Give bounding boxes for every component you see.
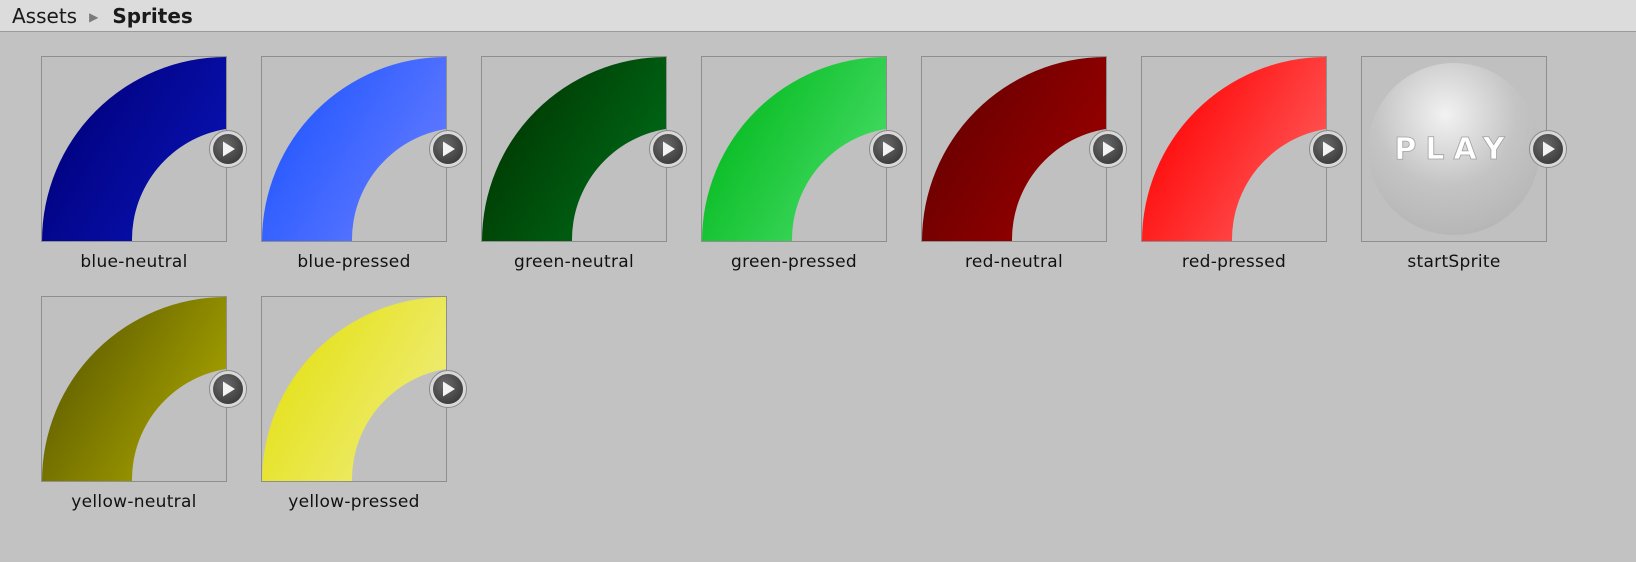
expand-play-icon[interactable] (208, 129, 248, 169)
asset-label: blue-pressed (297, 252, 411, 272)
asset-thumbnail[interactable] (41, 296, 247, 482)
asset-label: blue-neutral (80, 252, 188, 272)
asset-item[interactable]: green-pressed (701, 56, 907, 286)
asset-item[interactable]: yellow-neutral (41, 296, 247, 526)
arc-sprite-icon (42, 57, 226, 241)
asset-label: red-pressed (1181, 252, 1287, 272)
asset-item[interactable]: green-neutral (481, 56, 687, 286)
asset-label: yellow-pressed (288, 492, 420, 512)
arc-sprite-icon (1142, 57, 1326, 241)
arc-sprite-icon (922, 57, 1106, 241)
asset-label: yellow-neutral (71, 492, 197, 512)
asset-thumbnail[interactable] (921, 56, 1127, 242)
sprite-play-text: PLAY (1394, 132, 1513, 167)
asset-thumbnail[interactable]: PLAY (1361, 56, 1567, 242)
asset-thumbnail[interactable] (41, 56, 247, 242)
asset-label: green-neutral (514, 252, 634, 272)
expand-play-icon[interactable] (208, 369, 248, 409)
expand-play-icon[interactable] (1088, 129, 1128, 169)
breadcrumb: Assets ▶ Sprites (0, 0, 1636, 32)
arc-sprite-icon (482, 57, 666, 241)
asset-label: startSprite (1407, 252, 1501, 272)
expand-play-icon[interactable] (868, 129, 908, 169)
asset-item[interactable]: yellow-pressed (261, 296, 467, 526)
asset-thumbnail[interactable] (481, 56, 687, 242)
breadcrumb-assets[interactable]: Assets (12, 4, 77, 28)
asset-thumbnail[interactable] (261, 296, 467, 482)
asset-item[interactable]: blue-pressed (261, 56, 467, 286)
asset-thumbnail[interactable] (701, 56, 907, 242)
asset-item[interactable]: blue-neutral (41, 56, 247, 286)
asset-item[interactable]: red-neutral (921, 56, 1127, 286)
expand-play-icon[interactable] (428, 369, 468, 409)
sphere-sprite-icon: PLAY (1362, 57, 1546, 241)
arc-sprite-icon (262, 297, 446, 481)
asset-item[interactable]: red-pressed (1141, 56, 1347, 286)
arc-sprite-icon (262, 57, 446, 241)
expand-play-icon[interactable] (1308, 129, 1348, 169)
breadcrumb-separator-icon: ▶ (89, 9, 99, 24)
asset-label: green-pressed (731, 252, 857, 272)
asset-thumbnail[interactable] (1141, 56, 1347, 242)
expand-play-icon[interactable] (428, 129, 468, 169)
expand-play-icon[interactable] (648, 129, 688, 169)
asset-label: red-neutral (964, 252, 1064, 272)
arc-sprite-icon (702, 57, 886, 241)
expand-play-icon[interactable] (1528, 129, 1568, 169)
breadcrumb-current[interactable]: Sprites (112, 4, 192, 28)
arc-sprite-icon (42, 297, 226, 481)
asset-item[interactable]: PLAY startSprite (1361, 56, 1567, 286)
asset-thumbnail[interactable] (261, 56, 467, 242)
